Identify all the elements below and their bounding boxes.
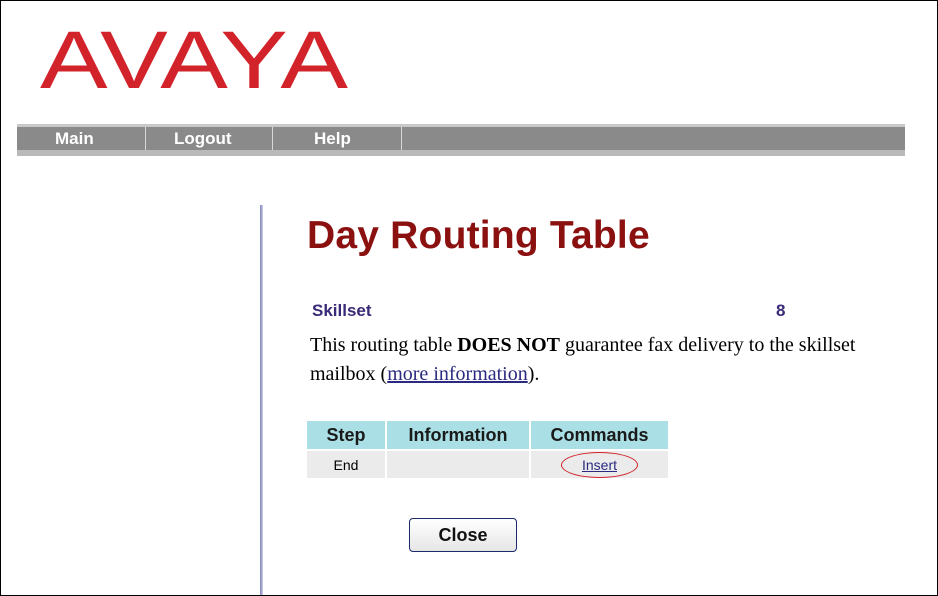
notice-suffix: ). [527,363,540,385]
nav-item-logout[interactable]: Logout [174,127,232,150]
nav-bar: Main Logout Help [17,124,905,156]
fax-notice: This routing table DOES NOT guarantee fa… [310,331,870,389]
insert-link[interactable]: Insert [560,451,638,478]
avaya-logo: AVAYA [40,24,348,106]
routing-table: Step Information Commands End Insert [307,421,668,478]
table-row: End Insert [307,449,668,478]
nav-separator [272,127,273,150]
notice-emphasis: DOES NOT [457,334,561,356]
column-header-information: Information [386,421,531,450]
nav-item-main[interactable]: Main [55,127,94,150]
cell-step: End [307,449,387,478]
close-button[interactable]: Close [409,518,517,552]
notice-prefix: This routing table [310,334,458,356]
column-header-step: Step [307,421,387,450]
table-header-row: Step Information Commands [307,421,668,450]
nav-item-help[interactable]: Help [314,127,351,150]
cell-information [386,449,531,478]
more-information-link[interactable]: more information [387,363,528,385]
svg-text:AVAYA: AVAYA [40,24,348,106]
nav-separator [145,127,146,150]
page-title: Day Routing Table [307,214,650,257]
sidebar-divider [260,205,263,595]
skillset-label: Skillset [312,301,372,320]
skillset-value: 8 [776,301,786,320]
nav-separator [401,127,402,150]
column-header-commands: Commands [530,421,668,450]
cell-commands: Insert [530,449,668,478]
